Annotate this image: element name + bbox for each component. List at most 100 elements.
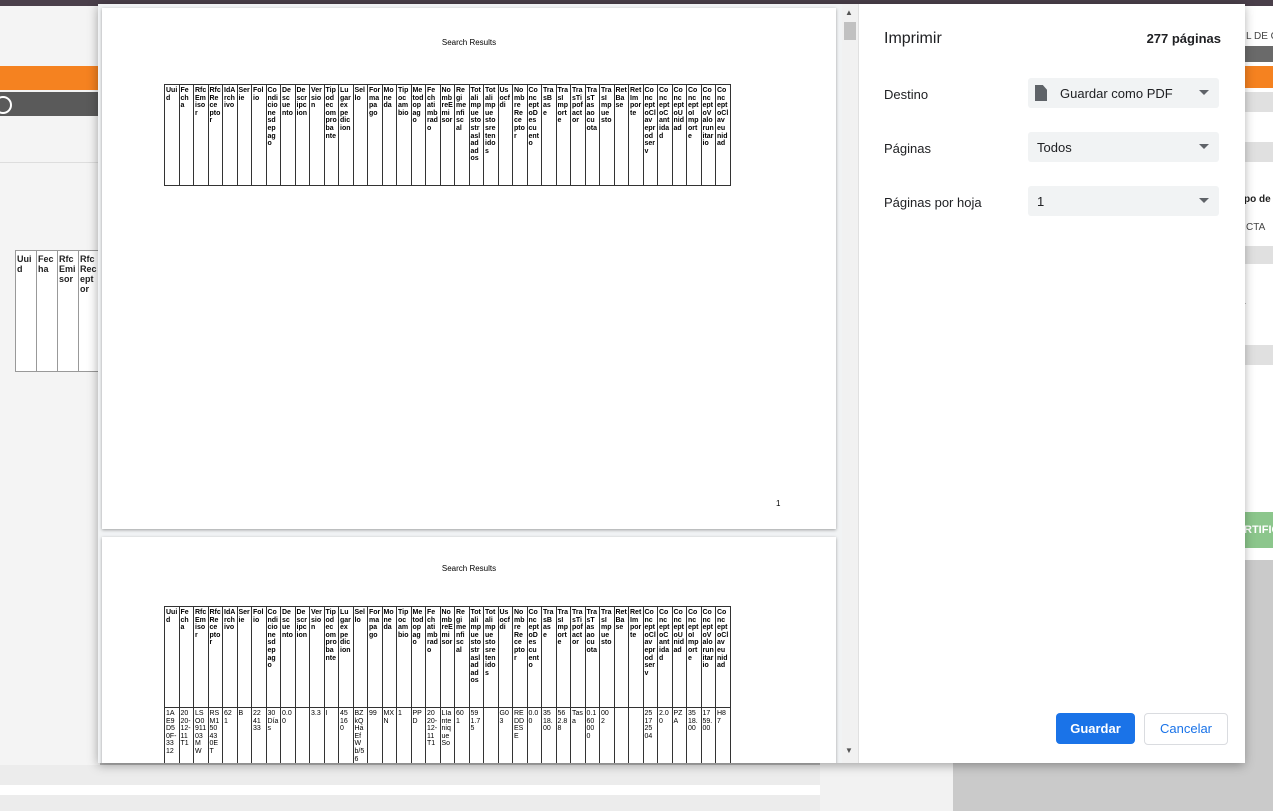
- file-icon: [1035, 85, 1047, 101]
- circle-arrow-icon[interactable]: [0, 96, 12, 114]
- pages-per-sheet-label: Páginas por hoja: [884, 195, 982, 210]
- table-cell: 3518.00: [686, 707, 702, 763]
- cancel-button[interactable]: Cancelar: [1144, 713, 1228, 745]
- scroll-down-arrow-icon[interactable]: ▼: [845, 746, 853, 755]
- table-header-cell: TrasTipofactor: [570, 606, 586, 708]
- table-header-cell: Folio: [251, 84, 267, 186]
- destination-label: Destino: [884, 87, 929, 102]
- table-header-cell: Usocfdi: [497, 84, 513, 186]
- table-header-cell: RfcReceptor: [207, 606, 223, 708]
- table-header-cell: Tipodecomprobante: [323, 84, 339, 186]
- table-header-cell: RetImporte: [628, 84, 644, 186]
- table-header-cell: Totalimpuestosretenidos: [483, 84, 499, 186]
- destination-value: Guardar como PDF: [1060, 86, 1173, 101]
- table-header-cell: RfcEmisor: [193, 606, 209, 708]
- table-cell: 2.00: [657, 707, 673, 763]
- results-table: Uuid Fecha RfcEmisor RfcReceptor IdArchivo Se…: [164, 84, 731, 186]
- table-header-cell: TrasImpuesto: [599, 84, 615, 186]
- table-header-cell: Regimenfiscal: [454, 84, 470, 186]
- table-cell: 25172504: [642, 707, 658, 763]
- table-header-cell: TrasTipofactor: [570, 84, 586, 186]
- background-certificate-button[interactable]: RTIFIC: [1244, 512, 1273, 548]
- table-header-cell: ConceptoCantidad: [657, 606, 673, 708]
- table-cell: [628, 707, 644, 763]
- table-header-cell: RfcReceptor: [207, 84, 223, 186]
- background-fragment-text: L DE C: [1246, 31, 1273, 42]
- table-header-cell: Sello: [352, 84, 368, 186]
- table-cell: Tasa: [570, 707, 586, 763]
- table-header-cell: RetBase: [613, 606, 629, 708]
- table-cell: BZkQHaEfWb/56: [352, 707, 368, 763]
- page-count: 277 páginas: [1146, 31, 1221, 46]
- table-cell: [294, 707, 310, 763]
- background-table-header: Fecha: [37, 251, 58, 371]
- table-header-cell: Tipocambio: [396, 84, 412, 186]
- table-header-cell: Totalimpuestosretenidos: [483, 606, 499, 708]
- pages-select[interactable]: Todos: [1028, 132, 1219, 162]
- table-cell: 30 Días: [265, 707, 281, 763]
- table-header-cell: Serie: [236, 606, 252, 708]
- table-header-cell: Fechatimbrado: [425, 84, 441, 186]
- table-header-cell: ConceptoValorunitario: [700, 606, 716, 708]
- table-header-cell: Uuid: [164, 606, 180, 708]
- table-header-cell: Usocfdi: [497, 606, 513, 708]
- table-header-cell: NombreEmisor: [439, 84, 455, 186]
- table-header-cell: Moneda: [381, 606, 397, 708]
- background-dark-strip: [1244, 46, 1273, 62]
- background-table: Uuid Fecha RfcEmisor RfcReceptor: [15, 250, 102, 372]
- table-header-cell: Tipodecomprobante: [323, 606, 339, 708]
- save-button[interactable]: Guardar: [1056, 713, 1135, 744]
- scroll-thumb[interactable]: [844, 22, 856, 40]
- table-header-cell: Version: [309, 84, 325, 186]
- table-header-cell: Condicionesdepago: [265, 606, 281, 708]
- table-header-cell: ConceptoClaveunidad: [715, 84, 731, 186]
- table-header-cell: TrasImporte: [555, 84, 571, 186]
- table-cell: 1: [396, 707, 412, 763]
- table-cell: [483, 707, 499, 763]
- table-header-cell: NombreEmisor: [439, 606, 455, 708]
- table-header-cell: Serie: [236, 84, 252, 186]
- preview-scrollbar[interactable]: ▲ ▼: [842, 4, 858, 763]
- table-header-cell: Fechatimbrado: [425, 606, 441, 708]
- table-cell: REDDESE: [512, 707, 528, 763]
- background-bottom-bar: [0, 765, 820, 811]
- print-settings-panel: Imprimir 277 páginas Destino Guardar com…: [858, 4, 1245, 763]
- table-header-cell: Version: [309, 606, 325, 708]
- table-cell: G03: [497, 707, 513, 763]
- table-cell: 3518.00: [541, 707, 557, 763]
- preview-page-1: Search Results Uuid Fecha RfcEmisor RfcRece…: [102, 8, 836, 529]
- table-header-cell: Formapago: [367, 606, 383, 708]
- results-table: Uuid Fecha RfcEmisor RfcReceptor IdArchivo Se…: [164, 606, 731, 763]
- table-header-cell: ConceptoDescuento: [526, 84, 542, 186]
- table-cell: 1AE9D50F-3312: [164, 707, 180, 763]
- table-cell: RSM150430ET: [207, 707, 223, 763]
- destination-select[interactable]: Guardar como PDF: [1028, 78, 1219, 108]
- table-header-cell: Fecha: [178, 606, 194, 708]
- background-right-top-bar: [1244, 0, 1273, 6]
- pages-per-sheet-value: 1: [1037, 194, 1045, 209]
- scroll-up-arrow-icon[interactable]: ▲: [845, 8, 853, 17]
- table-header-cell: RetBase: [613, 84, 629, 186]
- background-table-header: Uuid: [16, 251, 37, 371]
- background-orange-bar: [0, 66, 100, 90]
- table-cell: PZA: [671, 707, 687, 763]
- table-cell: H87: [715, 707, 731, 763]
- table-cell: LSO091103MW: [193, 707, 209, 763]
- dialog-title: Imprimir: [884, 30, 942, 47]
- pages-per-sheet-select[interactable]: 1: [1028, 186, 1219, 216]
- background-fragment-text: po de: [1244, 194, 1271, 205]
- table-header-cell: Uuid: [164, 84, 180, 186]
- table-header-cell: Condicionesdepago: [265, 84, 281, 186]
- pages-value: Todos: [1037, 140, 1072, 155]
- table-header-cell: IdArchivo: [222, 84, 238, 186]
- background-table-header: RfcReceptor: [79, 251, 100, 371]
- dropdown-arrow-icon: [1199, 144, 1209, 149]
- table-cell: 2020-12-11T1: [178, 707, 194, 763]
- table-header-cell: TrasBase: [541, 84, 557, 186]
- table-header-cell: Folio: [251, 606, 267, 708]
- table-cell: MXN: [381, 707, 397, 763]
- table-cell: 562.88: [555, 707, 571, 763]
- table-header-cell: RetImporte: [628, 606, 644, 708]
- table-cell: 601: [454, 707, 470, 763]
- table-cell: 0.00: [526, 707, 542, 763]
